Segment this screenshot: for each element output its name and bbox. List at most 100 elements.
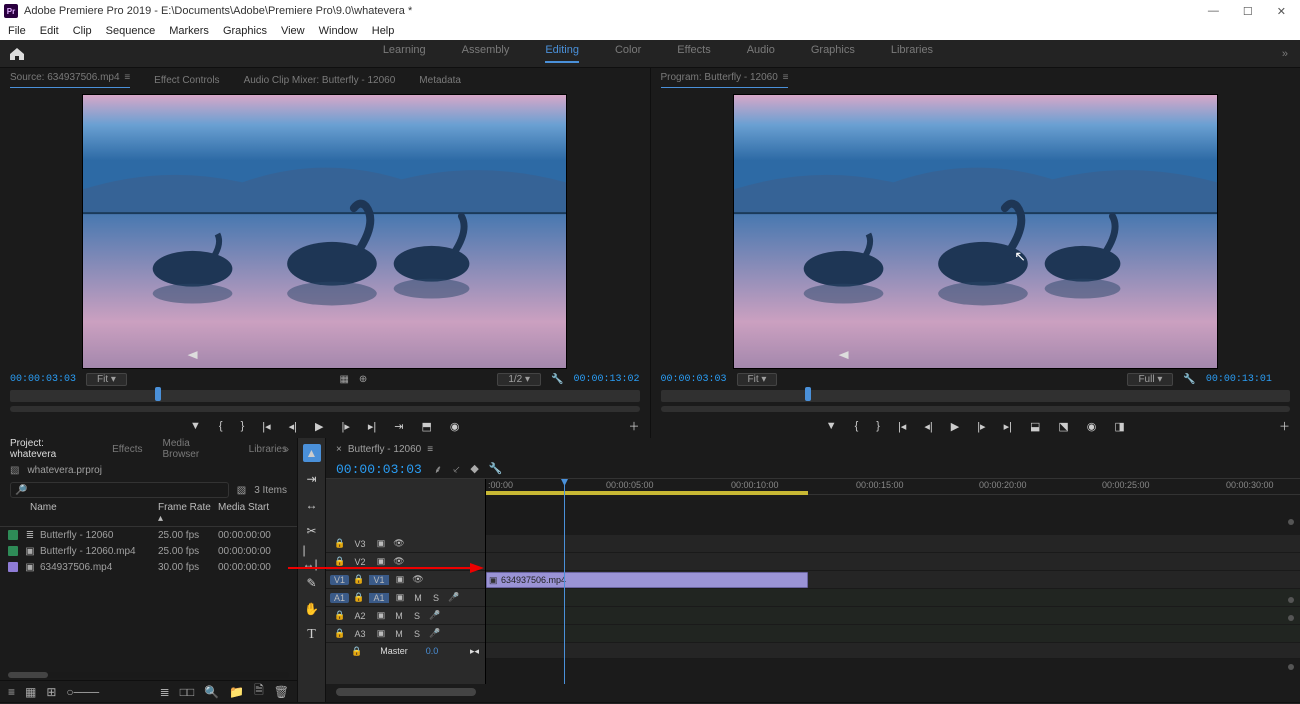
panel-overflow[interactable]: » [283,444,289,455]
zoom-slider[interactable]: ○─── [66,685,99,699]
timeline-row-v2[interactable] [486,553,1300,571]
mark-out-icon[interactable]: } [876,420,880,432]
source-zoom-bar[interactable] [10,406,640,412]
step-back-icon[interactable]: ◂| [924,420,932,433]
track-select-tool-icon[interactable]: ⇥ [303,470,321,488]
program-scrubber[interactable] [661,390,1291,402]
search-input[interactable]: 🔎 [10,482,229,498]
menu-clip[interactable]: Clip [73,25,92,37]
source-resolution[interactable]: 1/2 ▾ [497,373,541,386]
window-close[interactable]: ✕ [1277,5,1286,18]
track-a3[interactable]: 🔒A3▣MS🎤 [326,625,485,643]
list-view-icon[interactable]: ≡ [8,685,15,699]
step-forward-icon[interactable]: |▸ [342,420,350,433]
go-to-out-icon[interactable]: ▸| [368,420,376,433]
button-editor-icon[interactable]: ＋ [1279,418,1290,434]
track-master[interactable]: 🔒Master0.0▸◂ [326,643,485,659]
lift-icon[interactable]: ⬓ [1030,420,1040,433]
col-name[interactable]: Name [8,502,158,524]
workspace-libraries[interactable]: Libraries [891,44,933,63]
add-marker-icon[interactable]: ▼ [190,420,201,432]
project-item[interactable]: ▣Butterfly - 12060.mp425.00 fps00:00:00:… [0,543,297,559]
selection-tool-icon[interactable]: ▲ [303,444,321,462]
source-zoom[interactable]: Fit ▾ [86,373,127,386]
export-frame-icon[interactable]: ◉ [1087,420,1097,433]
timeline-clip[interactable]: 634937506.mp4 [486,572,808,588]
find-icon[interactable]: 🔍 [204,685,219,699]
insert-icon[interactable]: ⇥ [394,420,403,433]
timeline-vscroll[interactable] [1288,519,1296,670]
program-tc-in[interactable]: 00:00:03:03 [661,374,727,385]
tab-effects[interactable]: Effects [112,444,142,455]
program-zoom-bar[interactable] [661,406,1291,412]
pen-tool-icon[interactable]: ✎ [303,574,321,592]
panel-menu-icon[interactable]: ≡ [427,444,433,455]
window-maximize[interactable]: ☐ [1243,5,1253,18]
comparison-view-icon[interactable]: ◨ [1114,420,1124,433]
add-marker-icon[interactable]: ◆ [470,462,478,477]
play-icon[interactable]: ▶ [951,420,959,433]
workspace-overflow[interactable]: » [1282,48,1288,60]
go-to-in-icon[interactable]: |◂ [262,420,270,433]
timeline-row-v1[interactable]: 634937506.mp4 [486,571,1300,589]
source-scrubber[interactable] [10,390,640,402]
workspace-editing[interactable]: Editing [545,44,579,63]
snap-icon[interactable]: ⸙ [434,462,442,477]
menu-edit[interactable]: Edit [40,25,59,37]
project-hscroll[interactable] [8,672,289,678]
timeline-row-a1[interactable] [486,589,1300,607]
program-resolution[interactable]: Full ▾ [1127,373,1173,386]
freeform-view-icon[interactable]: ⊞ [46,685,56,699]
go-to-in-icon[interactable]: |◂ [898,420,906,433]
safe-margins-icon[interactable]: ▦ [339,374,348,385]
timeline-settings-icon[interactable]: 🔧 [489,462,503,477]
ripple-edit-tool-icon[interactable]: ↔ [303,496,321,514]
slip-tool-icon[interactable]: |↔| [303,548,321,566]
track-v1[interactable]: V1🔒V1▣👁 [326,571,485,589]
tab-source[interactable]: Source: 634937506.mp4 ≡ [10,72,130,88]
new-bin-icon[interactable]: ▧ [237,485,246,496]
tab-effect-controls[interactable]: Effect Controls [154,75,219,86]
add-marker-icon[interactable]: ▼ [826,420,837,432]
track-a2[interactable]: 🔒A2▣MS🎤 [326,607,485,625]
overwrite-icon[interactable]: ⬒ [422,420,432,433]
play-icon[interactable]: ▶ [315,420,323,433]
program-zoom[interactable]: Fit ▾ [737,373,778,386]
timeline-ruler[interactable]: :00:00 00:00:05:00 00:00:10:00 00:00:15:… [486,479,1300,495]
home-button[interactable] [0,47,34,61]
workspace-assembly[interactable]: Assembly [462,44,510,63]
mark-out-icon[interactable]: } [241,420,245,432]
col-framerate[interactable]: Frame Rate ▴ [158,502,218,524]
timeline-row-master[interactable] [486,643,1300,659]
menu-markers[interactable]: Markers [169,25,209,37]
tab-libraries[interactable]: Libraries [249,444,287,455]
menu-view[interactable]: View [281,25,305,37]
tab-media-browser[interactable]: Media Browser [163,438,229,460]
project-item[interactable]: ▣634937506.mp430.00 fps00:00:00:00 [0,559,297,575]
timeline-tc[interactable]: 00:00:03:03 [336,462,422,477]
project-item[interactable]: ≣Butterfly - 1206025.00 fps00:00:00:00 [0,527,297,543]
timeline-row-a3[interactable] [486,625,1300,643]
sort-icon[interactable]: ≣ [160,685,170,699]
source-preview[interactable] [0,92,650,370]
col-mediastart[interactable]: Media Start [218,502,278,524]
workspace-effects[interactable]: Effects [677,44,710,63]
delete-button[interactable]: 🗑 [274,685,289,699]
sequence-name[interactable]: Butterfly - 12060 [348,444,421,455]
timeline-hscroll[interactable] [336,688,1290,698]
timeline-row-v3[interactable] [486,535,1300,553]
timeline-playhead[interactable] [564,479,565,684]
go-to-out-icon[interactable]: ▸| [1004,420,1012,433]
close-sequence-icon[interactable]: × [336,444,342,455]
workspace-graphics[interactable]: Graphics [811,44,855,63]
program-preview[interactable]: ↖ [651,92,1300,370]
linked-selection-icon[interactable]: ⸔ [452,462,460,477]
menu-sequence[interactable]: Sequence [106,25,156,37]
settings-icon[interactable]: 🔧 [551,374,563,385]
workspace-learning[interactable]: Learning [383,44,426,63]
hand-tool-icon[interactable]: ✋ [303,600,321,618]
tab-audio-clip-mixer[interactable]: Audio Clip Mixer: Butterfly - 12060 [244,75,396,86]
menu-help[interactable]: Help [372,25,395,37]
settings-icon[interactable]: 🔧 [1183,374,1195,385]
button-editor-icon[interactable]: ＋ [629,418,640,434]
